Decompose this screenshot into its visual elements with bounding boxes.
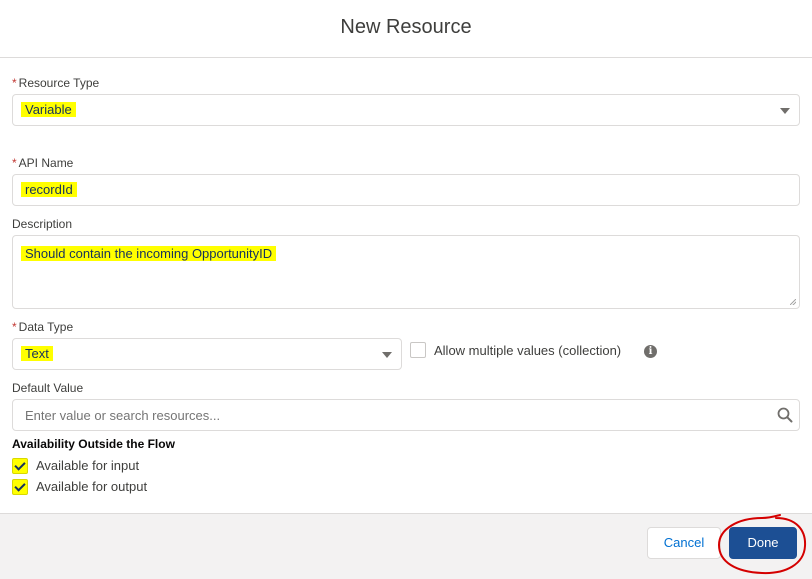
default-value-field <box>12 399 800 431</box>
resource-type-label-text: Resource Type <box>18 76 100 90</box>
chevron-down-icon <box>382 352 392 358</box>
available-for-input-label: Available for input <box>36 458 140 473</box>
resource-type-select[interactable]: Variable <box>12 94 800 126</box>
description-label: Description <box>12 217 73 231</box>
collection-label: Allow multiple values (collection) <box>434 343 622 358</box>
available-for-input-checkbox[interactable] <box>12 458 28 474</box>
availability-section-title: Availability Outside the Flow <box>12 437 175 451</box>
api-name-value-text: recordId <box>21 182 77 197</box>
resource-type-value: Variable <box>21 102 76 117</box>
data-type-label-text: Data Type <box>18 320 74 334</box>
description-value-text: Should contain the incoming OpportunityI… <box>21 246 277 261</box>
available-for-output-label: Available for output <box>36 479 148 494</box>
data-type-label: * Data Type <box>12 320 73 334</box>
required-marker: * <box>12 76 17 90</box>
resource-type-label: * Resource Type <box>12 76 99 90</box>
info-icon[interactable]: i <box>644 345 657 358</box>
collection-checkbox[interactable] <box>410 342 426 358</box>
new-resource-modal: New Resource * Resource Type Variable * AP… <box>0 0 812 579</box>
data-type-value: Text <box>21 346 53 361</box>
resize-handle-icon[interactable] <box>790 299 796 305</box>
default-value-label: Default Value <box>12 381 84 395</box>
data-type-value-text: Text <box>21 346 53 361</box>
required-marker: * <box>12 156 17 170</box>
modal-header: New Resource <box>0 0 812 58</box>
default-value-input[interactable] <box>14 401 764 429</box>
resource-type-value-text: Variable <box>21 102 76 117</box>
check-icon <box>14 480 26 492</box>
check-icon <box>14 459 26 471</box>
data-type-select[interactable]: Text <box>12 338 402 370</box>
required-marker: * <box>12 320 17 334</box>
api-name-value: recordId <box>21 182 77 197</box>
done-button[interactable]: Done <box>729 527 797 559</box>
api-name-label: * API Name <box>12 156 73 170</box>
modal-title: New Resource <box>340 16 472 38</box>
description-value: Should contain the incoming OpportunityI… <box>21 246 277 261</box>
api-name-input[interactable]: recordId <box>12 174 800 206</box>
search-icon[interactable] <box>777 407 793 423</box>
description-textarea[interactable]: Should contain the incoming OpportunityI… <box>12 235 800 309</box>
chevron-down-icon <box>780 108 790 114</box>
available-for-output-checkbox[interactable] <box>12 479 28 495</box>
api-name-label-text: API Name <box>18 156 74 170</box>
cancel-button[interactable]: Cancel <box>647 527 721 559</box>
